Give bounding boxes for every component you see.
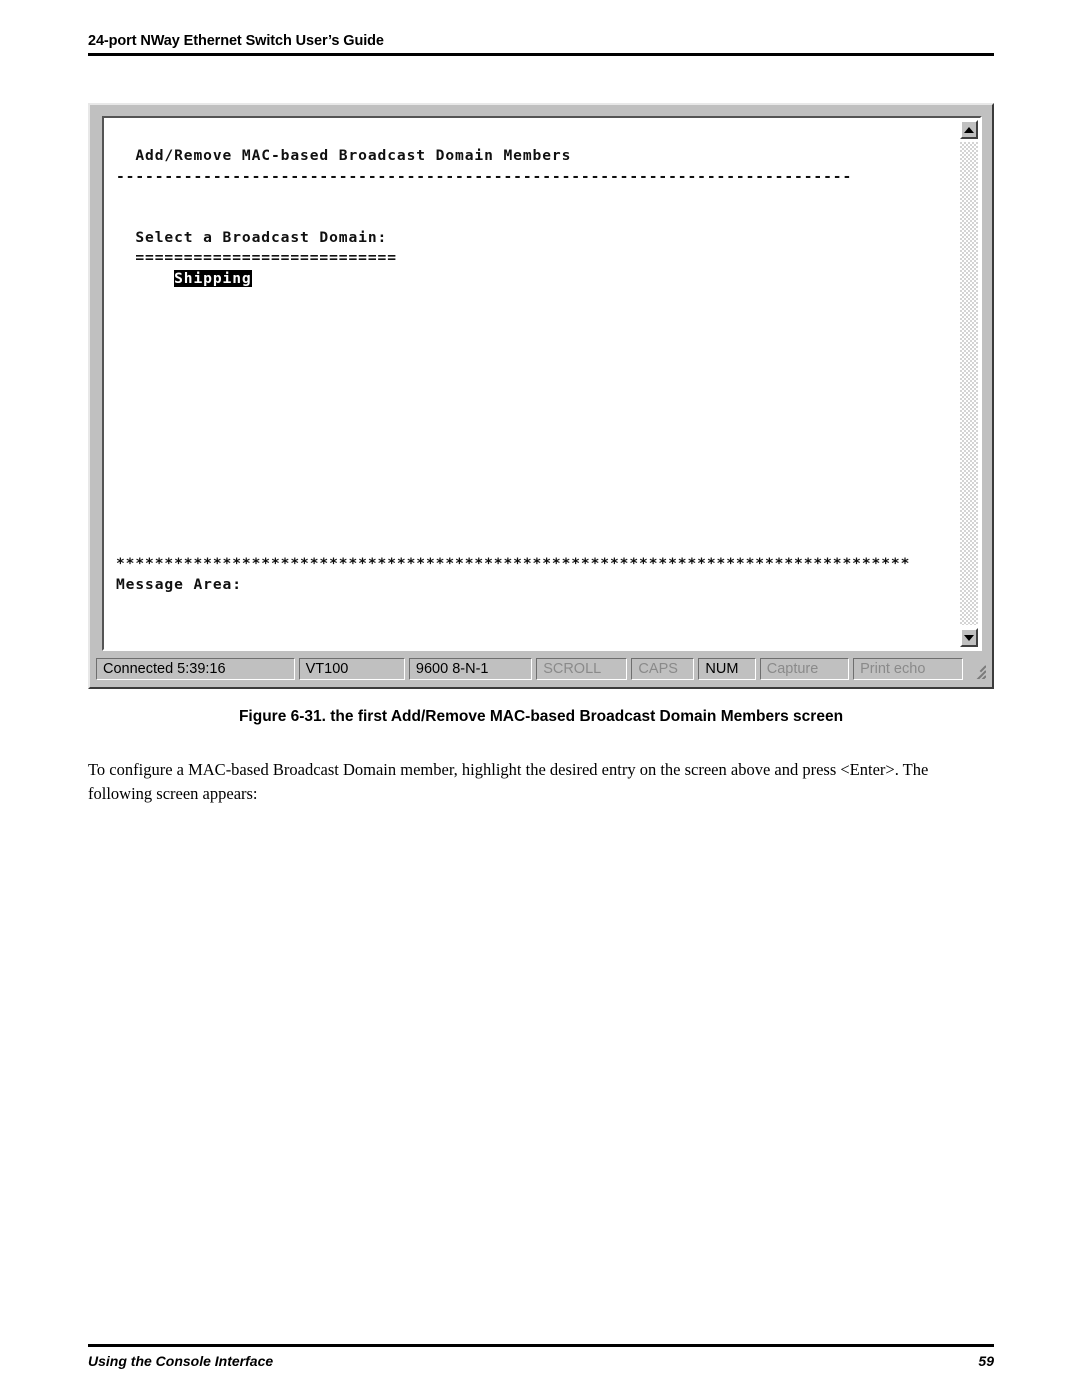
- vt-line-blank-13: [116, 493, 958, 513]
- vertical-scrollbar[interactable]: [958, 118, 980, 649]
- scroll-up-button[interactable]: [960, 120, 978, 139]
- vt-line-blank-12: [116, 473, 958, 493]
- page-header: 24-port NWay Ethernet Switch User’s Guid…: [88, 32, 994, 56]
- status-scroll-lock: SCROLL: [536, 658, 628, 680]
- vt100-keybar-wrap: CTRL+T=Root screen Esc=Prev. screen CTRL…: [116, 615, 954, 649]
- resize-grip-icon[interactable]: [967, 659, 987, 679]
- terminal-window: Add/Remove MAC-based Broadcast Domain Me…: [88, 103, 994, 689]
- vt-line-blank-5: [116, 330, 958, 350]
- body-paragraph: To configure a MAC-based Broadcast Domai…: [88, 760, 929, 803]
- window-status-bar: Connected 5:39:16 VT100 9600 8-N-1 SCROL…: [94, 655, 988, 683]
- vt-line-blank-2: [116, 208, 958, 228]
- scrollbar-track[interactable]: [960, 142, 978, 625]
- vt100-screen: Add/Remove MAC-based Broadcast Domain Me…: [104, 118, 958, 649]
- vt-line-selected-entry[interactable]: Shipping: [116, 269, 958, 289]
- figure-caption: Figure 6-31. the first Add/Remove MAC-ba…: [238, 708, 844, 725]
- vt-line-blank-8: [116, 391, 958, 411]
- page-header-rule: [88, 53, 994, 56]
- vt-line-blank-4: [116, 310, 958, 330]
- vt-line-blank-7: [116, 371, 958, 391]
- status-capture[interactable]: Capture: [759, 658, 850, 680]
- status-num-lock: NUM: [698, 658, 756, 680]
- vt-line-blank-15: [116, 534, 958, 554]
- vt-line-rule: ----------------------------------------…: [116, 167, 853, 185]
- page-footer-row: Using the Console Interface 59: [88, 1353, 994, 1369]
- terminal-window-inner: Add/Remove MAC-based Broadcast Domain Me…: [94, 109, 988, 659]
- vt-line-message-area: Message Area:: [116, 575, 242, 593]
- vt-line-blank-6: [116, 350, 958, 370]
- triangle-up-icon: [964, 126, 974, 133]
- document-page: 24-port NWay Ethernet Switch User’s Guid…: [0, 0, 1080, 1397]
- terminal-client-area: Add/Remove MAC-based Broadcast Domain Me…: [102, 116, 982, 651]
- footer-page-number: 59: [978, 1353, 994, 1369]
- vt-line-prompt: Select a Broadcast Domain:: [116, 228, 388, 246]
- page-footer: Using the Console Interface 59: [88, 1344, 994, 1369]
- vt100-text-buffer: Add/Remove MAC-based Broadcast Domain Me…: [116, 126, 958, 636]
- vt-line-stars: ****************************************…: [116, 555, 911, 573]
- page-footer-rule: [88, 1344, 994, 1347]
- vt-line-blank-10: [116, 432, 958, 452]
- vt-line-blank-9: [116, 411, 958, 431]
- scroll-down-button[interactable]: [960, 628, 978, 647]
- vt-line-blank-3: [116, 289, 958, 309]
- status-caps-lock: CAPS: [631, 658, 695, 680]
- vt-line-blank-1: [116, 187, 958, 207]
- status-connected: Connected 5:39:16: [96, 658, 295, 680]
- status-line-settings[interactable]: 9600 8-N-1: [408, 658, 533, 680]
- vt-line-blank-14: [116, 513, 958, 533]
- status-print-echo[interactable]: Print echo: [853, 658, 964, 680]
- triangle-down-icon: [964, 634, 974, 641]
- vt-line-blank-11: [116, 452, 958, 472]
- footer-section-name: Using the Console Interface: [88, 1353, 274, 1369]
- vt-line-title: Add/Remove MAC-based Broadcast Domain Me…: [116, 147, 572, 165]
- status-emulation[interactable]: VT100: [298, 658, 405, 680]
- broadcast-domain-entry-shipping[interactable]: Shipping: [174, 269, 252, 287]
- page-header-title: 24-port NWay Ethernet Switch User’s Guid…: [88, 33, 384, 49]
- vt-line-equals: ===========================: [116, 249, 397, 267]
